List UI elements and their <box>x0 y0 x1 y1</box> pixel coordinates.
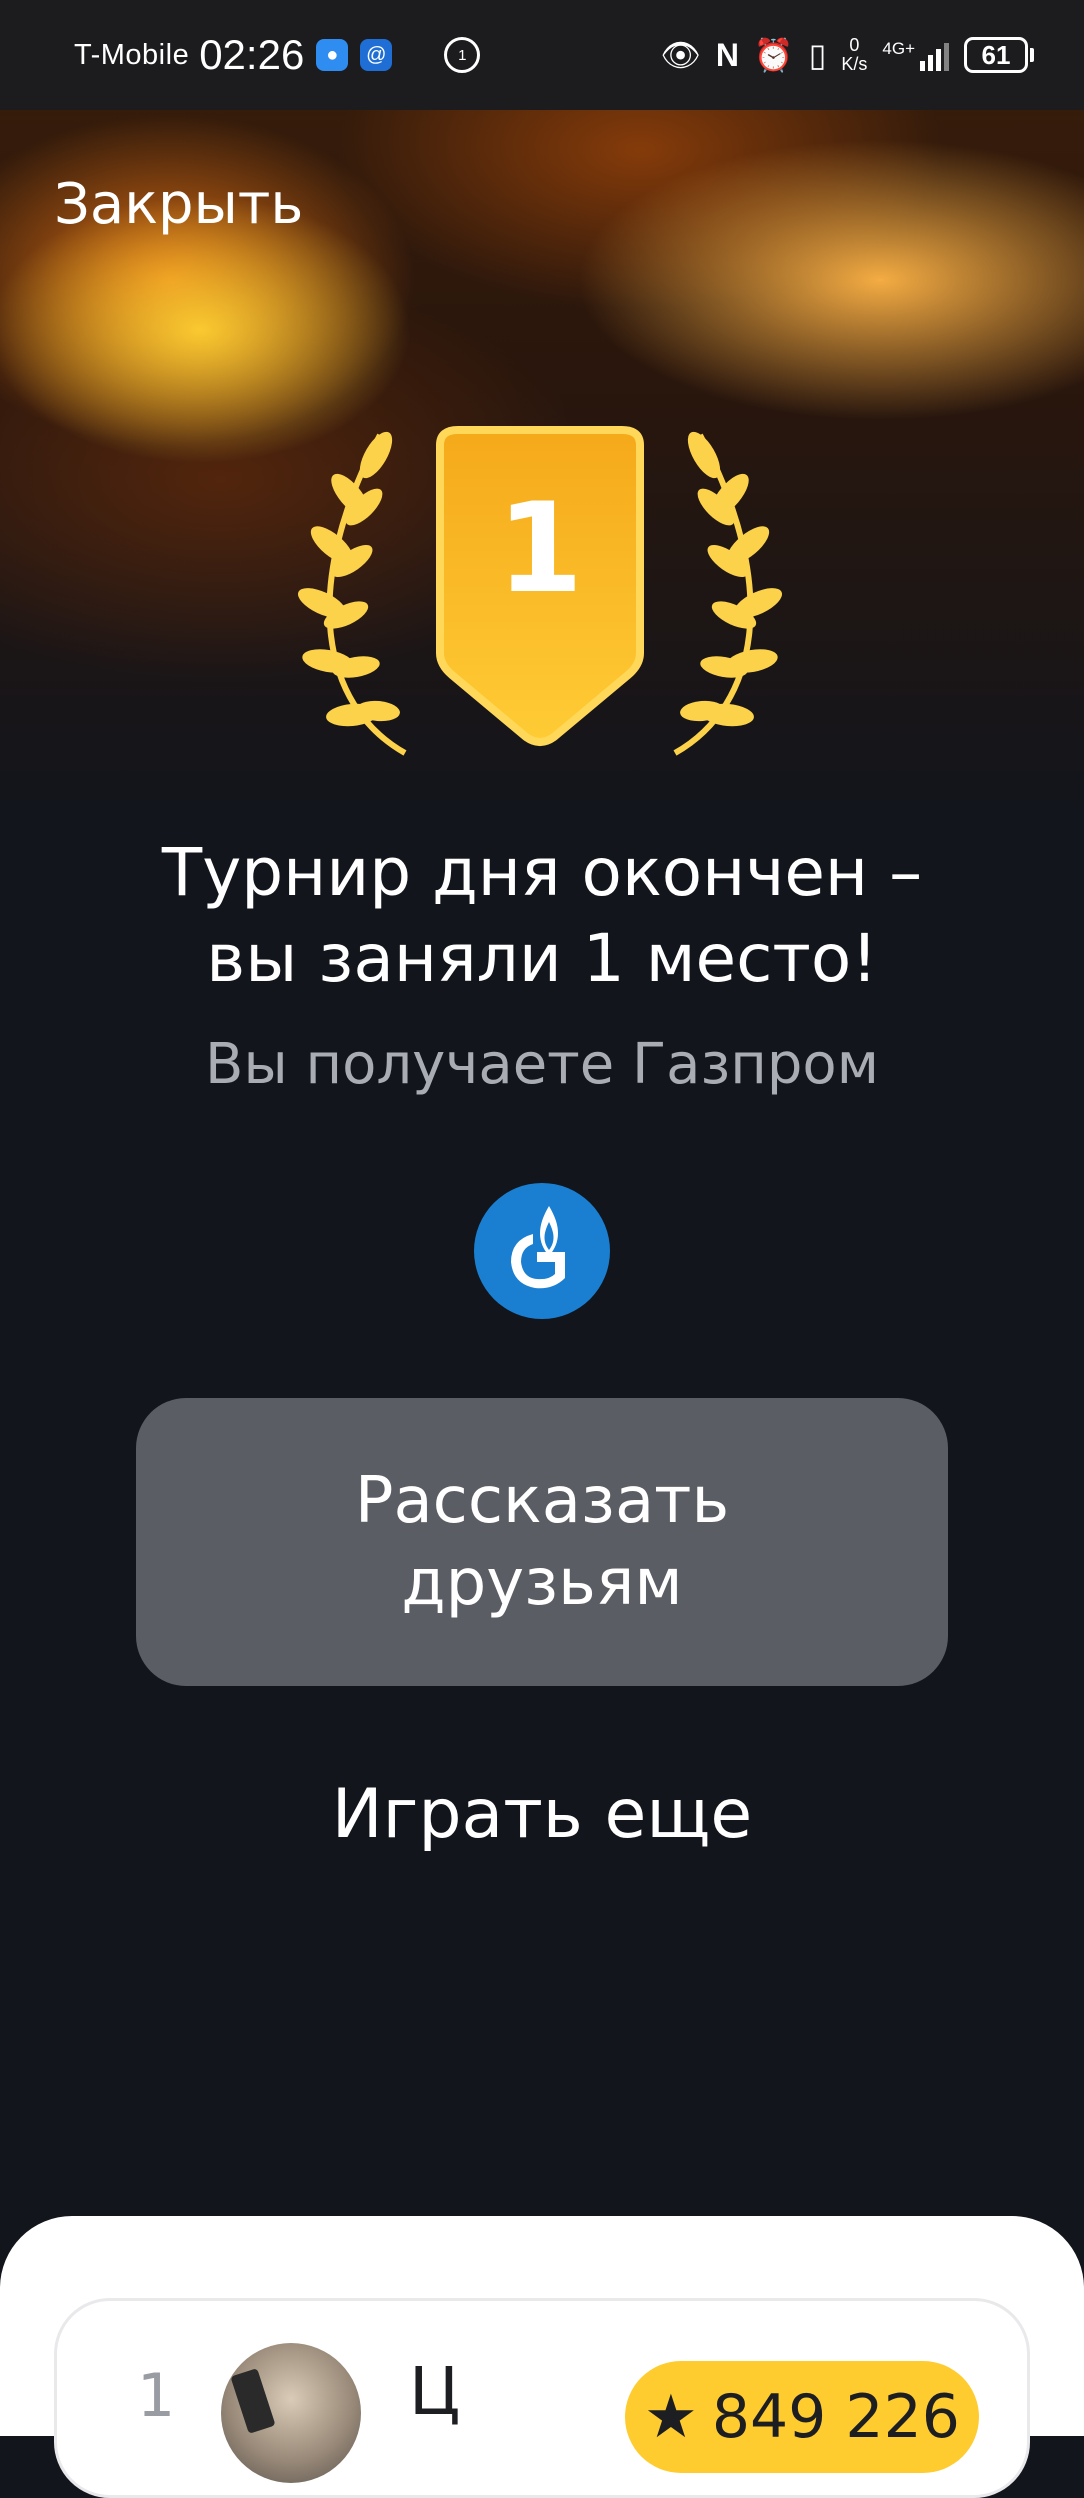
mail-notification-icon: @ <box>360 39 393 71</box>
signal-icon: 4G+ <box>882 39 949 71</box>
net-speed: 0 K/s <box>841 35 868 74</box>
star-icon: ★ <box>644 2382 698 2452</box>
nfc-icon: N <box>715 37 739 73</box>
result-headline: Турнир дня окончен – вы заняли 1 место! <box>161 834 923 997</box>
leaderboard-name: Ц <box>409 2353 461 2430</box>
prize-subtitle: Вы получаете Газпром <box>205 1032 879 1097</box>
score-badge: ★ 849 226 <box>625 2361 979 2473</box>
avatar <box>221 2343 361 2483</box>
carrier-name: T-Mobile <box>74 38 190 71</box>
score-value: 849 226 <box>711 2382 960 2452</box>
vibrate-icon: ▯ <box>808 37 827 73</box>
battery-level: 61 <box>981 39 1011 70</box>
status-bar: T-Mobile 02:26 ● @ 1 👁 N ⏰ ▯ 0 K/s 4G+ 6… <box>0 0 1084 110</box>
first-place-badge: 1 <box>280 425 800 765</box>
ring-badge-icon: 1 <box>444 37 481 73</box>
close-button[interactable]: Закрыть <box>54 172 303 237</box>
place-number: 1 <box>496 477 584 621</box>
gazprom-logo-icon <box>473 1182 611 1320</box>
battery-icon: 61 <box>964 37 1034 73</box>
message-notification-icon: ● <box>316 39 349 71</box>
play-again-button[interactable]: Играть еще <box>0 1775 1084 1854</box>
share-with-friends-button[interactable]: Рассказать друзьям <box>136 1398 948 1686</box>
leaderboard-rank: 1 <box>137 2361 176 2431</box>
status-time: 02:26 <box>199 31 305 78</box>
alarm-icon: ⏰ <box>753 37 794 73</box>
eye-comfort-icon: 👁 <box>660 37 701 73</box>
leaderboard-row[interactable]: 1 Ц ★ 849 226 <box>54 2298 1030 2498</box>
